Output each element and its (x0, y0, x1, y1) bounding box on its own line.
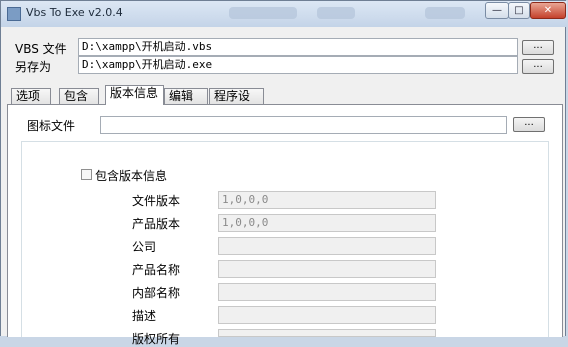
file-version-input[interactable]: 1,0,0,0 (218, 191, 436, 209)
tab-program-settings[interactable]: 程序设置 (209, 88, 264, 117)
tab-version-info[interactable]: 版本信息 (105, 85, 164, 105)
include-version-checkbox[interactable] (81, 169, 92, 180)
close-button[interactable]: ✕ (530, 2, 566, 19)
company-label: 公司 (132, 240, 157, 254)
vbs-browse-button[interactable]: ... (522, 40, 554, 55)
title-blur-region (425, 7, 465, 19)
company-input[interactable] (218, 237, 436, 255)
window-title: Vbs To Exe v2.0.4 (26, 6, 123, 19)
internal-name-label: 内部名称 (132, 286, 181, 300)
icon-file-browse-button[interactable]: ... (513, 117, 545, 132)
tab-include[interactable]: 包含 (59, 88, 99, 104)
minimize-button[interactable]: — (485, 2, 509, 19)
vbs-file-label: VBS 文件 (15, 42, 67, 56)
tab-editor[interactable]: 编辑器 (164, 88, 208, 117)
title-blur-region (229, 7, 297, 19)
product-version-label: 产品版本 (132, 217, 181, 231)
app-window: Vbs To Exe v2.0.4 — □ ✕ VBS 文件 D:\xampp\… (0, 0, 567, 346)
app-icon (7, 7, 21, 21)
product-version-input[interactable]: 1,0,0,0 (218, 214, 436, 232)
icon-file-input[interactable] (100, 116, 507, 134)
icon-file-label: 图标文件 (27, 119, 76, 133)
title-blur-region (317, 7, 355, 19)
maximize-button[interactable]: □ (508, 2, 530, 19)
save-as-label: 另存为 (15, 60, 52, 74)
title-bar[interactable]: Vbs To Exe v2.0.4 — □ ✕ (1, 1, 567, 27)
product-name-label: 产品名称 (132, 263, 181, 277)
description-input[interactable] (218, 306, 436, 324)
save-as-input[interactable]: D:\xampp\开机启动.exe (78, 56, 518, 74)
save-as-browse-button[interactable]: ... (522, 59, 554, 74)
internal-name-input[interactable] (218, 283, 436, 301)
file-version-label: 文件版本 (132, 194, 181, 208)
vbs-file-input[interactable]: D:\xampp\开机启动.vbs (78, 38, 518, 56)
copyright-label: 版权所有 (132, 332, 181, 346)
description-label: 描述 (132, 309, 157, 323)
tab-options[interactable]: 选项 (11, 88, 51, 104)
product-name-input[interactable] (218, 260, 436, 278)
include-version-label[interactable]: 包含版本信息 (95, 167, 167, 184)
